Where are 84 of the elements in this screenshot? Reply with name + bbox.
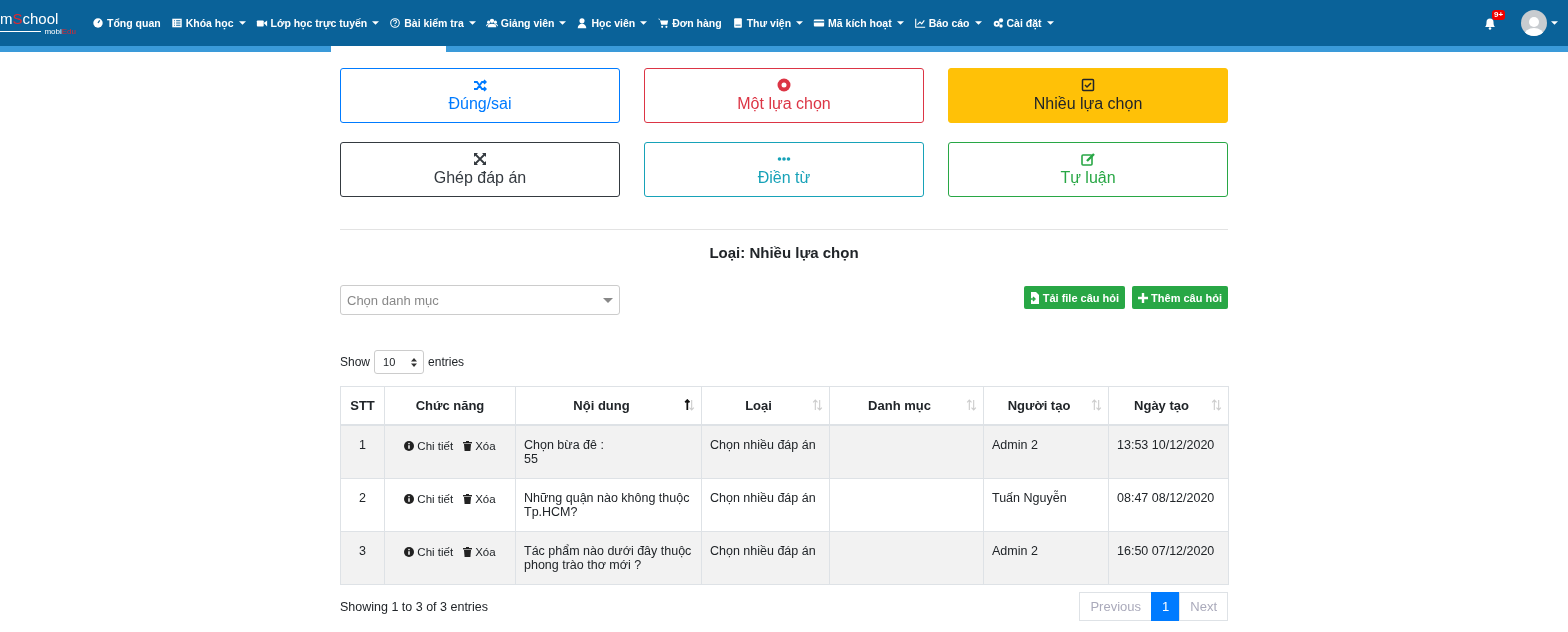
question-type-button[interactable]: Đúng/sai	[340, 68, 620, 123]
plus-icon	[1138, 292, 1149, 303]
caret-icon[interactable]	[1551, 21, 1558, 25]
info-icon	[404, 441, 415, 451]
nav-item-icon	[913, 17, 926, 29]
nav-menu-item[interactable]: Khóa học	[170, 17, 246, 29]
caret-icon	[796, 21, 804, 25]
delete-link[interactable]: Xóa	[463, 493, 496, 505]
detail-link[interactable]: Chi tiết	[404, 440, 454, 452]
nav-item-icon	[576, 17, 589, 29]
nav-item-icon	[485, 17, 498, 29]
nav-item-icon	[991, 17, 1004, 29]
nav-item-icon	[657, 17, 670, 29]
caret-icon	[468, 21, 476, 25]
question-type: Chọn nhiều đáp án	[710, 438, 816, 452]
length-label: entries	[428, 355, 465, 369]
info-icon	[404, 547, 415, 557]
created-date: 08:47 08/12/2020	[1117, 491, 1215, 505]
row-number: 3	[359, 544, 366, 558]
bell-icon[interactable]	[1483, 16, 1497, 30]
caret-icon	[974, 21, 982, 25]
caret-icon	[238, 21, 246, 25]
trash-icon	[463, 441, 473, 451]
question-type-button[interactable]: Nhiều lựa chọn	[948, 68, 1228, 123]
question-type-icon	[473, 152, 487, 166]
page-length-select[interactable]: 10	[374, 350, 425, 374]
nav-menu-item[interactable]: Học viên	[576, 17, 648, 29]
nav-menu-item[interactable]: Cài đặt	[991, 17, 1054, 29]
nav-item-icon	[813, 17, 826, 29]
row-number: 2	[359, 491, 366, 505]
nav-item-icon	[389, 17, 402, 29]
sort-icon[interactable]	[684, 399, 695, 411]
created-date: 16:50 07/12/2020	[1117, 544, 1215, 558]
question-type: Chọn nhiều đáp án	[710, 544, 816, 558]
nav-menu-item[interactable]: Thư viện	[731, 17, 804, 29]
nav-menu-item[interactable]: Bài kiểm tra	[389, 17, 476, 29]
question-content: Tác phẩm nào dưới đây thuộc phong trào thơ mới ?	[524, 544, 692, 572]
caret-icon	[640, 21, 648, 25]
creator: Admin 2	[992, 438, 1038, 452]
trash-icon	[463, 494, 473, 504]
nav-item-icon	[170, 17, 183, 29]
question-type: Chọn nhiều đáp án	[710, 491, 816, 505]
question-type-icon	[473, 78, 487, 92]
delete-link[interactable]: Xóa	[463, 440, 496, 452]
creator: Tuấn Nguyễn	[992, 491, 1067, 505]
question-type-button[interactable]: Ghép đáp án	[340, 142, 620, 197]
created-date: 13:53 10/12/2020	[1117, 438, 1215, 452]
sort-caret-icon	[411, 357, 418, 367]
file-import-icon	[1029, 291, 1040, 304]
notification-badge: 9+	[1492, 10, 1506, 20]
trash-icon	[463, 547, 473, 557]
table-info: Showing 1 to 3 of 3 entries	[340, 599, 488, 614]
question-content: Chọn bừa đê : 55	[524, 438, 604, 466]
length-label: Show	[340, 355, 371, 369]
nav-menu-item[interactable]: Mã kích hoạt	[813, 17, 904, 29]
section-title: Loại: Nhiều lựa chọn	[708, 244, 860, 261]
caret-icon	[896, 21, 904, 25]
question-type-button[interactable]: Một lựa chọn	[644, 68, 924, 123]
question-content: Những quận nào không thuộc Tp.HCM?	[524, 491, 690, 519]
question-type-icon	[777, 78, 791, 92]
row-number: 1	[359, 438, 366, 452]
logo[interactable]: mSchool mobiEdu	[0, 10, 82, 36]
avatar[interactable]	[1521, 10, 1547, 36]
detail-link[interactable]: Chi tiết	[404, 493, 454, 505]
category-select[interactable]: Chọn danh mục	[340, 285, 620, 315]
info-icon	[404, 494, 415, 504]
caret-icon	[1046, 21, 1054, 25]
caret-icon	[372, 21, 380, 25]
nav-menu-item[interactable]: Đơn hàng	[657, 17, 722, 29]
question-type-icon	[1081, 152, 1095, 166]
question-type-icon	[1081, 78, 1095, 92]
page-button[interactable]: 1	[1151, 592, 1181, 621]
caret-icon	[603, 297, 613, 303]
nav-item-icon	[92, 17, 104, 29]
delete-link[interactable]: Xóa	[463, 546, 496, 558]
nav-menu-item[interactable]: Giảng viên	[485, 17, 567, 29]
creator: Admin 2	[992, 544, 1038, 558]
detail-link[interactable]: Chi tiết	[404, 546, 454, 558]
nav-menu-item[interactable]: Lớp học trực tuyến	[255, 17, 380, 29]
nav-menu-item[interactable]: Tổng quan	[92, 17, 161, 29]
nav-item-icon	[731, 17, 744, 29]
nav-menu-item[interactable]: Báo cáo	[913, 17, 982, 29]
nav-item-icon	[255, 17, 268, 29]
caret-icon	[559, 21, 567, 25]
